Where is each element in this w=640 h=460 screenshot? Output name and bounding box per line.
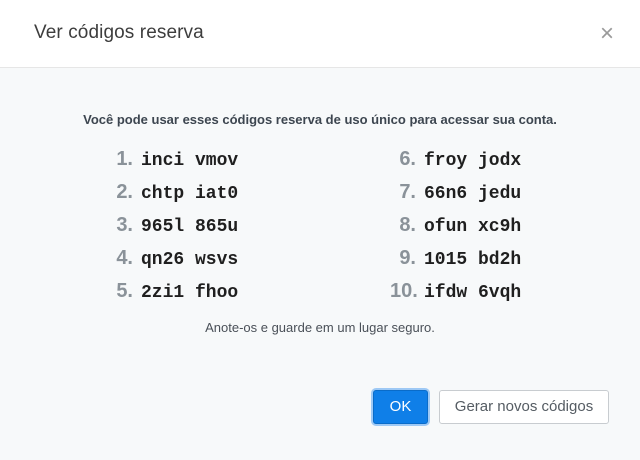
- code-item: 6. froy jodx: [390, 144, 521, 174]
- code-value: ofun xc9h: [424, 217, 522, 237]
- code-value: ifdw 6vqh: [424, 283, 522, 303]
- code-item: 4. qn26 wsvs: [115, 243, 238, 273]
- code-number: 2.: [116, 181, 133, 203]
- ok-button[interactable]: OK: [373, 390, 428, 424]
- code-value: chtp iat0: [141, 184, 239, 204]
- code-value: qn26 wsvs: [141, 250, 239, 270]
- dialog-header: Ver códigos reserva ×: [0, 0, 640, 68]
- code-item: 9. 1015 bd2h: [390, 243, 521, 273]
- dialog-title: Ver códigos reserva: [34, 22, 204, 43]
- note-text: Anote-os e guarde em um lugar seguro.: [205, 320, 435, 335]
- codes-grid: 1. inci vmov 2. chtp iat0 3. 965l 865u 4. qn…: [0, 144, 640, 314]
- code-item: 1. inci vmov: [115, 144, 238, 174]
- code-value: 66n6 jedu: [424, 184, 522, 204]
- code-number: 3.: [116, 214, 133, 236]
- code-value: 2zi1 fhoo: [141, 283, 239, 303]
- code-number: 8.: [399, 214, 416, 236]
- close-icon[interactable]: ×: [600, 20, 614, 48]
- code-number: 9.: [399, 247, 416, 269]
- code-number: 1.: [116, 148, 133, 170]
- code-number: 5.: [116, 280, 133, 302]
- code-value: 965l 865u: [141, 217, 239, 237]
- regenerate-codes-button[interactable]: Gerar novos códigos: [439, 390, 609, 424]
- code-value: inci vmov: [141, 151, 239, 171]
- code-value: froy jodx: [424, 151, 522, 171]
- code-item: 5. 2zi1 fhoo: [115, 276, 238, 306]
- code-value: 1015 bd2h: [424, 250, 522, 270]
- code-item: 3. 965l 865u: [115, 210, 238, 240]
- code-number: 6.: [399, 148, 416, 170]
- code-number: 10.: [390, 280, 418, 302]
- backup-codes-dialog: Ver códigos reserva × Você pode usar ess…: [0, 0, 640, 460]
- intro-text: Você pode usar esses códigos reserva de …: [83, 112, 557, 127]
- code-item: 8. ofun xc9h: [390, 210, 521, 240]
- code-item: 10. ifdw 6vqh: [390, 276, 521, 306]
- dialog-body: Você pode usar esses códigos reserva de …: [0, 68, 640, 460]
- code-number: 7.: [399, 181, 416, 203]
- code-number: 4.: [116, 247, 133, 269]
- code-item: 7. 66n6 jedu: [390, 177, 521, 207]
- code-item: 2. chtp iat0: [115, 177, 238, 207]
